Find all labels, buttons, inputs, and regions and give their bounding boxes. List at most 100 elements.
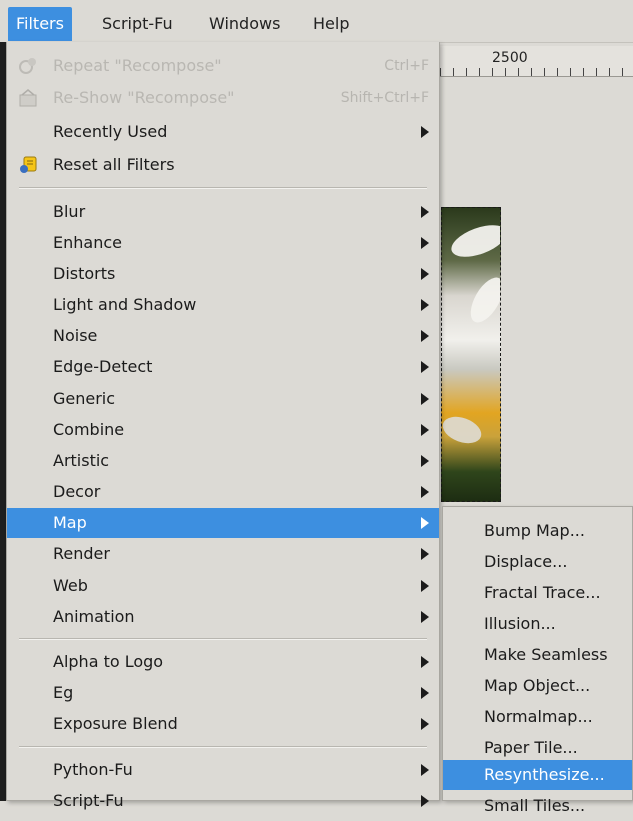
filter-category-generic[interactable]: Generic <box>7 384 439 414</box>
submenu-arrow-icon <box>421 393 429 405</box>
menubar: Filters Script-Fu Windows Help <box>0 0 633 43</box>
menu-separator <box>19 187 427 189</box>
map-illusion-item[interactable]: Illusion... <box>443 609 632 639</box>
submenu-arrow-icon <box>421 268 429 280</box>
filter-eg[interactable]: Eg <box>7 678 439 708</box>
submenu-arrow-icon <box>421 237 429 249</box>
menu-item-label: Exposure Blend <box>53 714 178 733</box>
filter-category-noise[interactable]: Noise <box>7 321 439 351</box>
menu-filters[interactable]: Filters <box>8 7 72 41</box>
menu-item-label: Web <box>53 576 88 595</box>
menu-item-label: Distorts <box>53 264 116 283</box>
map-displace-item[interactable]: Displace... <box>443 547 632 577</box>
submenu-arrow-icon <box>421 687 429 699</box>
menu-item-label: Map <box>53 513 87 532</box>
filter-category-map[interactable]: Map <box>7 508 439 538</box>
filter-script-fu[interactable]: Script-Fu <box>7 786 439 816</box>
submenu-arrow-icon <box>421 330 429 342</box>
reshow-icon <box>19 89 37 107</box>
submenu-arrow-icon <box>421 764 429 776</box>
menu-item-label: Small Tiles... <box>484 796 586 815</box>
shortcut-label: Shift+Ctrl+F <box>340 90 429 106</box>
submenu-arrow-icon <box>421 718 429 730</box>
submenu-arrow-icon <box>421 795 429 807</box>
menu-separator <box>19 746 427 748</box>
menu-item-label: Light and Shadow <box>53 295 197 314</box>
filter-python-fu[interactable]: Python-Fu <box>7 755 439 785</box>
horizontal-ruler[interactable]: 2500 <box>440 46 633 77</box>
menu-windows[interactable]: Windows <box>201 7 288 41</box>
filter-exposure-blend[interactable]: Exposure Blend <box>7 709 439 739</box>
menu-item-label: Illusion... <box>484 614 556 633</box>
recently-used-item[interactable]: Recently Used <box>7 117 439 147</box>
repeat-icon <box>19 58 36 74</box>
map-bump-map-item[interactable]: Bump Map... <box>443 516 632 546</box>
menu-item-label: Map Object... <box>484 676 591 695</box>
map-map-object-item[interactable]: Map Object... <box>443 671 632 701</box>
shortcut-label: Ctrl+F <box>384 58 429 74</box>
menu-item-label: Resynthesize... <box>484 765 605 784</box>
map-resynthesize-item[interactable]: Resynthesize... <box>443 760 632 790</box>
image-petal <box>442 411 485 449</box>
menu-script-fu[interactable]: Script-Fu <box>94 7 181 41</box>
menu-item-label: Render <box>53 544 110 563</box>
filter-category-enhance[interactable]: Enhance <box>7 228 439 258</box>
reshow-last-filter-item[interactable]: Re-Show "Recompose" Shift+Ctrl+F <box>7 83 439 113</box>
submenu-arrow-icon <box>421 580 429 592</box>
map-submenu: Bump Map... Displace... Fractal Trace...… <box>442 506 633 815</box>
filter-category-render[interactable]: Render <box>7 539 439 569</box>
menu-item-label: Make Seamless <box>484 645 608 664</box>
menu-item-label: Blur <box>53 202 86 221</box>
menu-item-label: Combine <box>53 420 125 439</box>
submenu-arrow-icon <box>421 299 429 311</box>
submenu-arrow-icon <box>421 656 429 668</box>
filter-category-distorts[interactable]: Distorts <box>7 259 439 289</box>
submenu-arrow-icon <box>421 361 429 373</box>
filter-category-animation[interactable]: Animation <box>7 602 439 632</box>
map-make-seamless-item[interactable]: Make Seamless <box>443 640 632 670</box>
submenu-arrow-icon <box>421 486 429 498</box>
filter-category-edge-detect[interactable]: Edge-Detect <box>7 352 439 382</box>
map-fractal-trace-item[interactable]: Fractal Trace... <box>443 578 632 608</box>
menu-item-label: Re-Show "Recompose" <box>53 88 235 107</box>
menu-item-label: Edge-Detect <box>53 357 153 376</box>
image-petal <box>447 218 500 264</box>
menu-item-label: Noise <box>53 326 98 345</box>
menu-separator <box>19 638 427 640</box>
menu-item-label: Artistic <box>53 451 110 470</box>
submenu-arrow-icon <box>421 424 429 436</box>
reset-filters-icon <box>20 156 37 173</box>
menu-item-label: Decor <box>53 482 101 501</box>
menu-help[interactable]: Help <box>305 7 357 41</box>
menu-item-label: Bump Map... <box>484 521 585 540</box>
image-canvas[interactable] <box>441 207 501 502</box>
menu-item-label: Normalmap... <box>484 707 593 726</box>
reset-all-filters-item[interactable]: Reset all Filters <box>7 150 439 180</box>
filter-category-artistic[interactable]: Artistic <box>7 446 439 476</box>
menu-item-label: Fractal Trace... <box>484 583 601 602</box>
filter-alpha-to-logo[interactable]: Alpha to Logo <box>7 647 439 677</box>
menu-item-label: Generic <box>53 389 116 408</box>
filter-category-blur[interactable]: Blur <box>7 197 439 227</box>
ruler-ticks <box>440 68 633 76</box>
submenu-arrow-icon <box>421 611 429 623</box>
menu-item-label: Repeat "Recompose" <box>53 56 222 75</box>
menu-item-label: Script-Fu <box>53 791 124 810</box>
menu-item-label: Python-Fu <box>53 760 133 779</box>
filters-menu: Repeat "Recompose" Ctrl+F Re-Show "Recom… <box>6 42 440 810</box>
filter-category-web[interactable]: Web <box>7 571 439 601</box>
filter-category-decor[interactable]: Decor <box>7 477 439 507</box>
submenu-arrow-icon <box>421 517 429 529</box>
submenu-arrow-icon <box>421 455 429 467</box>
repeat-last-filter-item[interactable]: Repeat "Recompose" Ctrl+F <box>7 51 439 81</box>
menu-item-label: Paper Tile... <box>484 738 578 757</box>
ruler-label: 2500 <box>492 50 528 66</box>
map-small-tiles-item[interactable]: Small Tiles... <box>443 791 632 821</box>
menu-item-label: Alpha to Logo <box>53 652 164 671</box>
filter-category-light-and-shadow[interactable]: Light and Shadow <box>7 290 439 320</box>
submenu-arrow-icon <box>421 126 429 138</box>
filter-category-combine[interactable]: Combine <box>7 415 439 445</box>
map-paper-tile-item[interactable]: Paper Tile... <box>443 733 632 763</box>
map-normalmap-item[interactable]: Normalmap... <box>443 702 632 732</box>
menu-item-label: Animation <box>53 607 135 626</box>
